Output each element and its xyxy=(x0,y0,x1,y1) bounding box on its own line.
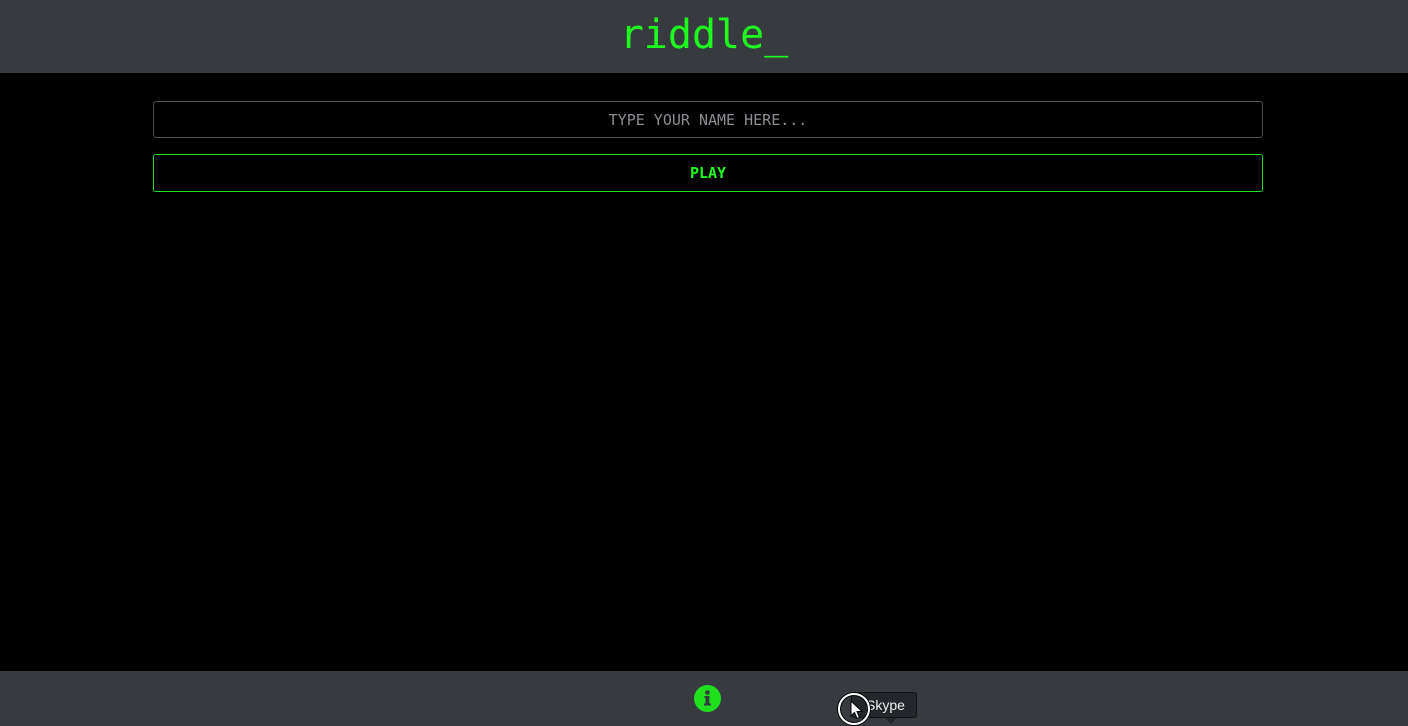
info-icon[interactable] xyxy=(694,685,721,712)
footer-bar: Skype xyxy=(0,671,1408,726)
mouse-pointer-icon xyxy=(850,700,864,720)
play-button[interactable]: PLAY xyxy=(153,154,1263,192)
app-title: riddle_ xyxy=(619,11,789,58)
header-bar: riddle_ xyxy=(0,0,1408,73)
main-content: PLAY xyxy=(0,73,1408,671)
name-input[interactable] xyxy=(153,101,1263,138)
tooltip-tail xyxy=(885,718,897,724)
